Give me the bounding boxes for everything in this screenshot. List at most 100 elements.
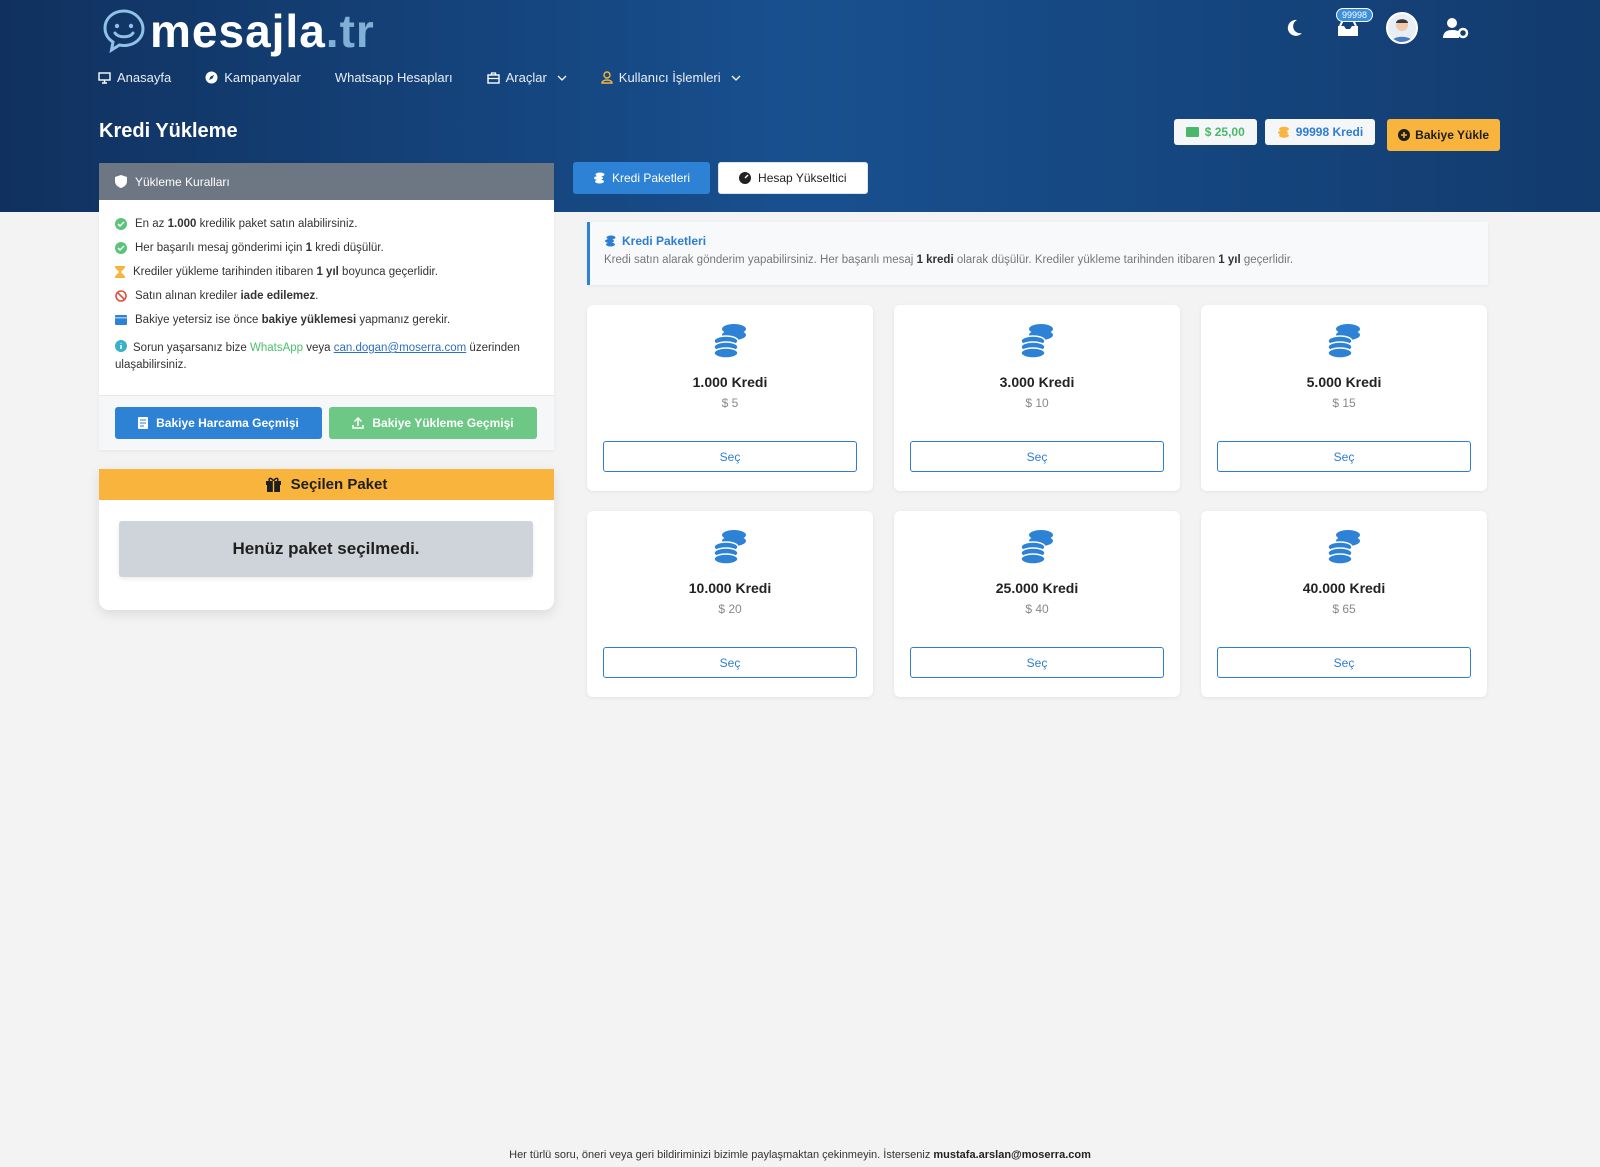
credits-chip: 99998 Kredi (1264, 119, 1376, 145)
selected-package-card: Seçilen Paket Henüz paket seçilmedi. (99, 469, 554, 610)
shield-icon (115, 175, 127, 188)
nav-user-label: Kullanıcı İşlemleri (618, 70, 721, 85)
nav-campaigns[interactable]: Kampanyalar (205, 70, 301, 85)
select-package-button[interactable]: Seç (603, 647, 857, 678)
selected-package-header: Seçilen Paket (99, 469, 554, 500)
info-alert: Kredi Paketleri Kredi satın alarak gönde… (587, 222, 1488, 285)
logo[interactable]: mesajla.tr (100, 6, 375, 56)
hourglass-icon (115, 266, 125, 278)
brand-tld: .tr (325, 5, 375, 57)
chevron-down-icon (731, 75, 741, 81)
contact-note: Sorun yaşarsanız bize WhatsApp veya can.… (115, 340, 520, 371)
user-icon (601, 71, 613, 84)
load-history-label: Bakiye Yükleme Geçmişi (372, 416, 514, 430)
user-avatar-icon (1391, 19, 1413, 42)
coins-stack-icon (712, 323, 748, 364)
package-name: 5.000 Kredi (1306, 374, 1382, 390)
rules-list: En az 1.000 kredilik paket satın alabili… (99, 200, 554, 374)
nav-whatsapp-label: Whatsapp Hesapları (334, 70, 453, 85)
spend-history-label: Bakiye Harcama Geçmişi (156, 416, 299, 430)
coins-stack-icon (1326, 323, 1362, 364)
user-settings-button[interactable] (1440, 12, 1472, 44)
select-package-button[interactable]: Seç (1217, 441, 1471, 472)
check-circle-icon (115, 242, 127, 254)
rule-item: Krediler yükleme tarihinden itibaren 1 y… (115, 260, 538, 284)
package-card: 10.000 Kredi $ 20 Seç (587, 511, 873, 697)
chevron-down-icon (557, 75, 567, 81)
footer: Her türlü soru, öneri veya geri bildirim… (0, 1149, 1600, 1161)
coins-stack-icon (1326, 529, 1362, 570)
package-card: 1.000 Kredi $ 5 Seç (587, 305, 873, 491)
rules-card-header: Yükleme Kuralları (99, 163, 554, 200)
select-package-button[interactable]: Seç (910, 441, 1164, 472)
coins-icon (605, 235, 616, 247)
select-package-button[interactable]: Seç (910, 647, 1164, 678)
nav-whatsapp-accounts[interactable]: Whatsapp Hesapları (335, 70, 453, 85)
info-circle-icon (115, 340, 127, 352)
page-title: Kredi Yükleme (99, 120, 238, 142)
compass-icon (205, 71, 218, 84)
spend-history-button[interactable]: Bakiye Harcama Geçmişi (115, 407, 322, 439)
rule-item: Bakiye yetersiz ise önce bakiye yüklemes… (115, 308, 538, 332)
load-history-button[interactable]: Bakiye Yükleme Geçmişi (329, 407, 537, 439)
monitor-icon (98, 71, 111, 84)
load-balance-button[interactable]: Bakiye Yükle (1387, 119, 1500, 151)
nav-user-operations[interactable]: Kullanıcı İşlemleri (601, 70, 741, 85)
package-price: $ 15 (1332, 396, 1356, 410)
user-gear-icon (1443, 18, 1469, 39)
notification-badge: 99998 (1336, 8, 1374, 22)
whatsapp-link[interactable]: WhatsApp (250, 342, 303, 354)
package-tabs: Kredi Paketleri Hesap Yükseltici (573, 162, 868, 194)
nav-home[interactable]: Anasayfa (98, 70, 171, 85)
notifications-button[interactable]: 99998 (1332, 8, 1374, 44)
coins-stack-icon (712, 529, 748, 570)
brand-name: mesajla (150, 5, 326, 57)
selected-package-title: Seçilen Paket (290, 476, 388, 493)
select-package-button[interactable]: Seç (1217, 647, 1471, 678)
coins-stack-icon (1019, 529, 1055, 570)
nav-tools[interactable]: Araçlar (486, 70, 567, 85)
gift-icon (265, 477, 281, 492)
money-icon (1185, 127, 1199, 137)
load-balance-label: Bakiye Yükle (1415, 128, 1489, 142)
upload-icon (352, 417, 365, 429)
receipt-icon (138, 417, 149, 429)
coins-icon (594, 172, 605, 184)
email-link[interactable]: can.dogan@moserra.com (334, 342, 467, 354)
check-circle-icon (115, 218, 127, 230)
credits-value: 99998 Kredi (1295, 125, 1364, 139)
avatar[interactable] (1386, 12, 1418, 44)
selected-package-empty: Henüz paket seçilmedi. (119, 521, 533, 577)
rule-item: Her başarılı mesaj gönderimi için 1 kred… (115, 236, 538, 260)
tab-account-upgrader-label: Hesap Yükseltici (758, 171, 847, 185)
plus-circle-icon (1398, 129, 1411, 141)
package-name: 1.000 Kredi (692, 374, 768, 390)
tab-credit-packages-label: Kredi Paketleri (612, 171, 691, 185)
coins-icon (1277, 126, 1289, 138)
package-price: $ 10 (1025, 396, 1049, 410)
rule-item: En az 1.000 kredilik paket satın alabili… (115, 212, 538, 236)
coins-stack-icon (1019, 323, 1055, 364)
tab-account-upgrader[interactable]: Hesap Yükseltici (718, 162, 868, 194)
topbar: mesajla.tr 99998 (0, 0, 1600, 58)
select-package-button[interactable]: Seç (603, 441, 857, 472)
package-name: 10.000 Kredi (688, 580, 772, 596)
rule-item: Satın alınan krediler iade edilemez. (115, 284, 538, 308)
rules-card-footer: Bakiye Harcama Geçmişi Bakiye Yükleme Ge… (99, 395, 554, 450)
package-card: 40.000 Kredi $ 65 Seç (1201, 511, 1487, 697)
footer-email[interactable]: mustafa.arslan@moserra.com (933, 1149, 1090, 1161)
package-card: 25.000 Kredi $ 40 Seç (894, 511, 1180, 697)
dark-mode-toggle[interactable] (1278, 12, 1310, 44)
rules-card-title: Yükleme Kuralları (135, 174, 230, 189)
tab-credit-packages[interactable]: Kredi Paketleri (573, 162, 711, 194)
header-actions: $ 25,00 99998 Kredi Bakiye Yükle (1173, 119, 1500, 151)
main-nav: Anasayfa Kampanyalar Whatsapp Hesapları … (98, 70, 741, 85)
info-alert-title: Kredi Paketleri (604, 234, 1488, 248)
rules-card: Yükleme Kuralları En az 1.000 kredilik p… (99, 163, 554, 450)
balance-chip: $ 25,00 (1173, 119, 1257, 145)
topbar-actions: 99998 (1278, 8, 1472, 44)
chat-smile-icon (103, 9, 145, 54)
wallet-icon (115, 315, 127, 325)
nav-tools-label: Araçlar (505, 70, 547, 85)
moon-icon (1287, 19, 1302, 36)
